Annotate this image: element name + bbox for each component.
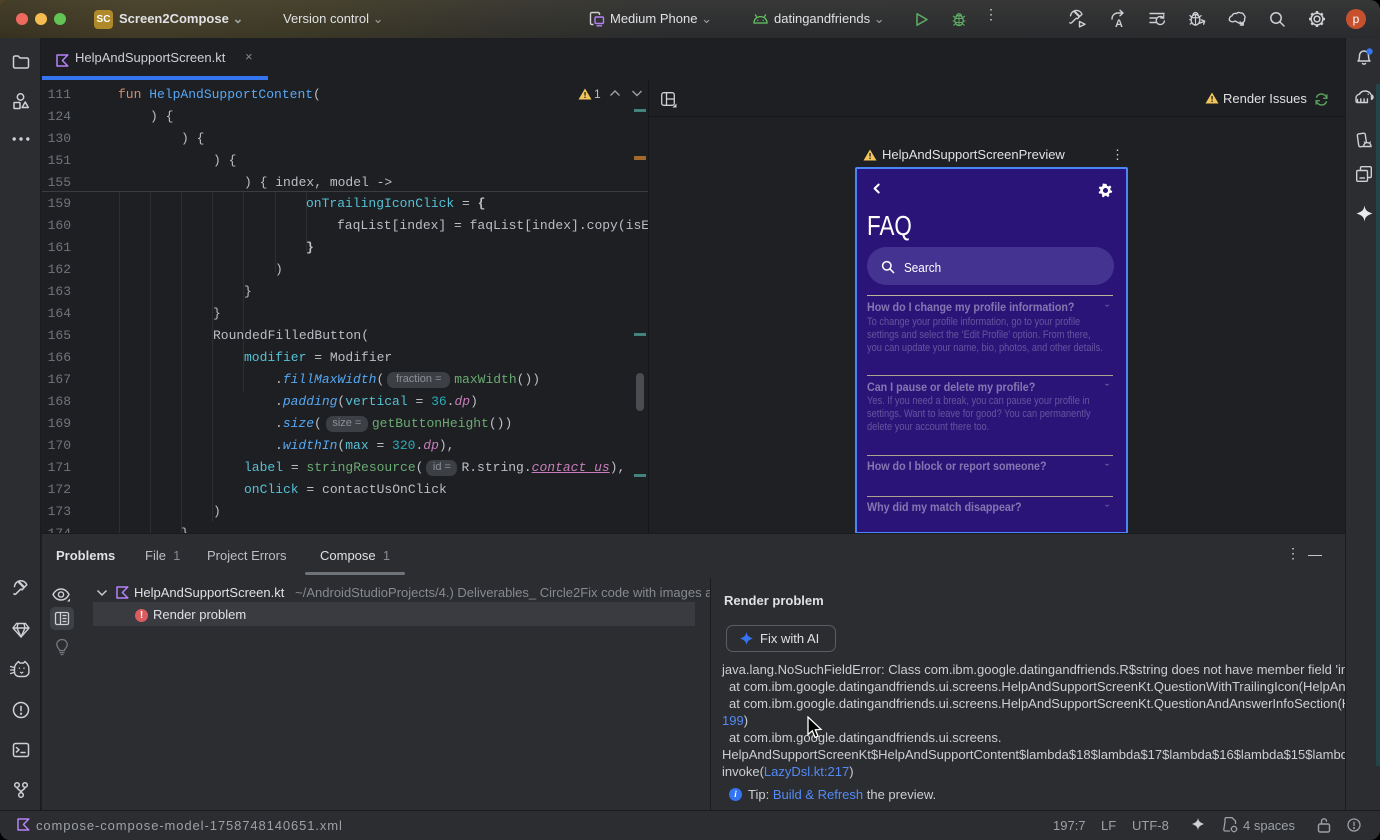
svg-text:A: A: [1115, 18, 1123, 29]
